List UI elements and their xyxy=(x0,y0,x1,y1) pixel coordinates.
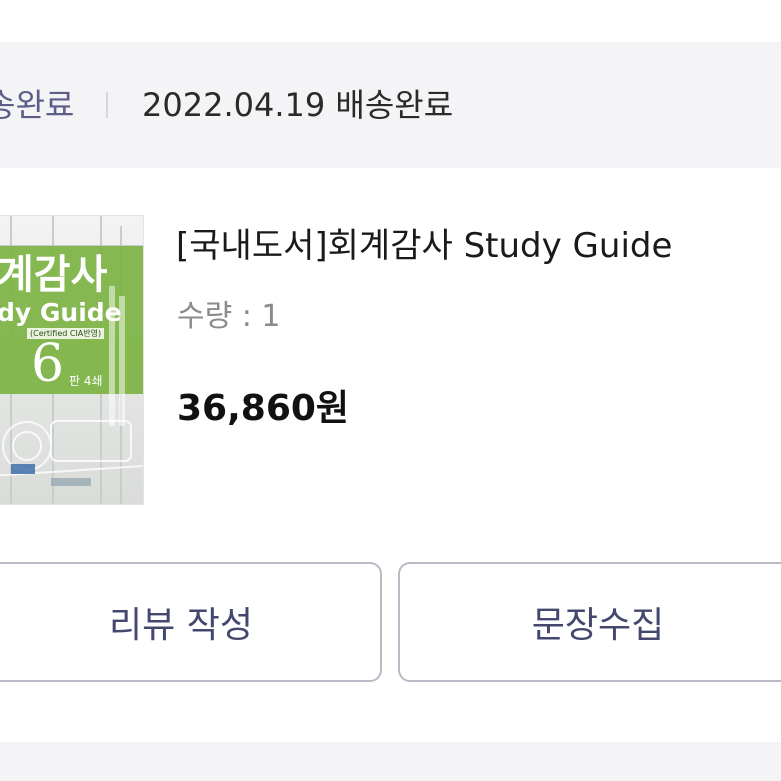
price-text: 36,860원 xyxy=(177,388,350,429)
status-divider xyxy=(106,92,108,118)
delivery-date-status: 2022.04.19 배송완료 xyxy=(142,86,454,124)
write-review-button[interactable]: 리뷰 작성 xyxy=(0,562,382,682)
top-spacer xyxy=(0,0,781,42)
product-title[interactable]: [국내도서]회계감사 Study Guide xyxy=(176,225,672,267)
collect-sentences-button[interactable]: 문장수집 xyxy=(398,562,781,682)
order-status-label: 송완료 xyxy=(0,86,75,124)
section-separator xyxy=(0,742,781,781)
write-review-label: 리뷰 작성 xyxy=(109,605,253,646)
quantity-text: 수량 : 1 xyxy=(177,299,281,334)
cover-edition-suffix: 판 4쇄 xyxy=(69,374,103,388)
book-cover-thumbnail[interactable]: 계감사 dy Guide (Certified CIA반영) 6 판 4쇄 xyxy=(0,215,144,505)
cover-title-english: dy Guide xyxy=(0,298,122,327)
collect-sentences-label: 문장수집 xyxy=(531,605,665,646)
cover-title-korean: 계감사 xyxy=(0,252,108,298)
cover-edition-number: 6 xyxy=(31,334,65,394)
